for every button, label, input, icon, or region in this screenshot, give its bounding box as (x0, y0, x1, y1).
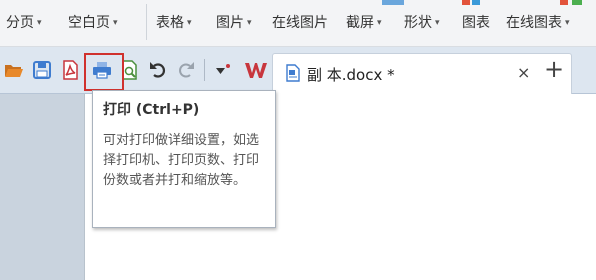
ribbon-item-page-break[interactable]: 分页 ▾ (6, 12, 42, 32)
redo-icon[interactable] (176, 60, 196, 80)
ribbon-item-picture[interactable]: 图片 ▾ (216, 12, 252, 32)
print-tooltip: 打印 (Ctrl+P) 可对打印做详细设置，如选择打印机、打印页数、打印份数或者… (92, 90, 276, 228)
online-chart-peek-icon-2 (572, 0, 582, 5)
ribbon-item-chart[interactable]: 图表 (462, 12, 490, 32)
undo-icon[interactable] (148, 60, 168, 80)
open-folder-icon[interactable] (4, 60, 24, 80)
toolbar-separator (204, 59, 205, 81)
document-tab-title: 副 本.docx * (307, 66, 395, 84)
ribbon-item-online-chart[interactable]: 在线图表 ▾ (506, 12, 570, 32)
close-tab-icon[interactable]: × (517, 63, 530, 82)
online-chart-peek-icon (560, 0, 568, 5)
tooltip-description: 可对打印做详细设置，如选择打印机、打印页数、打印份数或者并打和缩放等。 (103, 133, 260, 188)
document-icon (286, 64, 300, 82)
print-button-highlight (84, 53, 124, 91)
wps-logo-icon[interactable] (244, 60, 268, 80)
tooltip-title: 打印 (Ctrl+P) (103, 102, 200, 118)
ribbon-item-shapes[interactable]: 形状 ▾ (404, 12, 440, 32)
customize-toolbar-icon[interactable] (212, 60, 232, 80)
ribbon-separator (146, 4, 147, 40)
chart-peek-icon-2 (472, 0, 480, 5)
export-pdf-icon[interactable] (60, 60, 80, 80)
ribbon-item-blank-page[interactable]: 空白页 ▾ (68, 12, 118, 32)
ribbon-item-online-picture[interactable]: 在线图片 (272, 12, 328, 32)
chart-peek-icon (462, 0, 470, 5)
save-icon[interactable] (32, 60, 52, 80)
new-tab-button[interactable]: + (544, 55, 564, 83)
ribbon-item-table[interactable]: 表格 ▾ (156, 12, 192, 32)
document-tab[interactable]: 副 本.docx * × (272, 53, 572, 94)
insert-ribbon: 分页 ▾ 空白页 ▾ 表格 ▾ 图片 ▾ 在线图片 截屏 ▾ 形状 ▾ 图表 在线图表 ▾ (0, 0, 596, 47)
shapes-peek-icon (382, 0, 404, 5)
ribbon-item-screenshot[interactable]: 截屏 ▾ (346, 12, 382, 32)
